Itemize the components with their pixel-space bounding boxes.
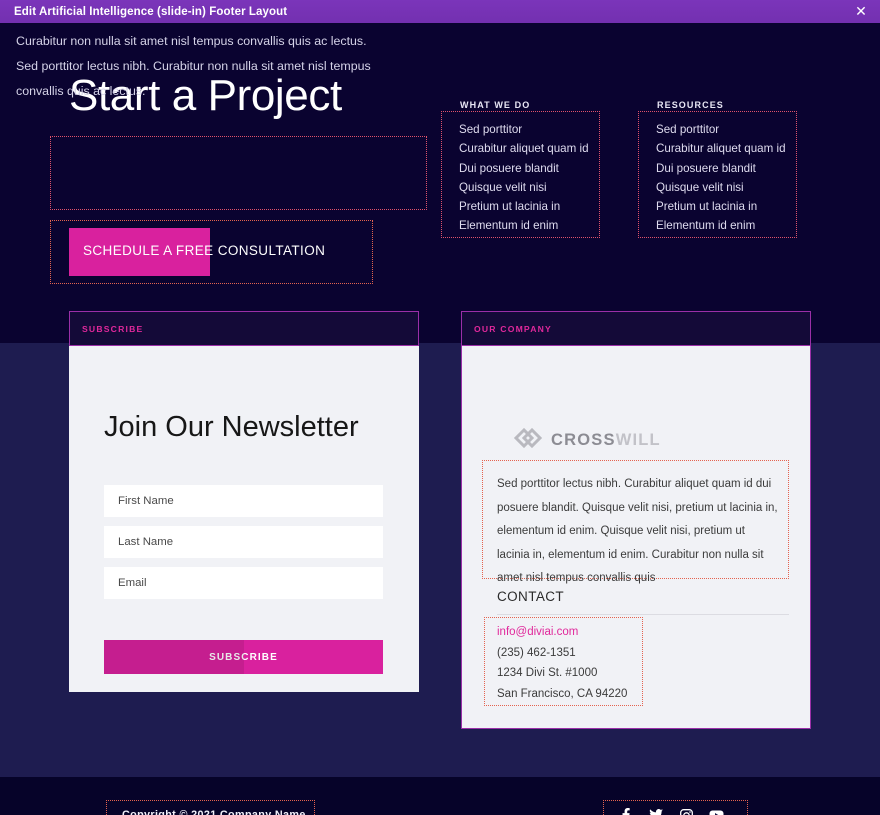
- window-titlebar: Edit Artificial Intelligence (slide-in) …: [0, 0, 880, 23]
- company-logo-text: CROSSWILL: [551, 431, 661, 450]
- hero-paragraph: Curabitur non nulla sit amet nisl tempus…: [16, 34, 371, 98]
- instagram-icon[interactable]: [678, 806, 694, 815]
- social-icons: [618, 806, 724, 815]
- link-item[interactable]: Elementum id enim: [441, 216, 600, 235]
- link-item[interactable]: Pretium ut lacinia in: [638, 197, 797, 216]
- company-section-label: OUR COMPANY: [474, 324, 552, 334]
- facebook-icon[interactable]: [618, 806, 634, 815]
- link-item[interactable]: Quisque velit nisi: [638, 178, 797, 197]
- link-item[interactable]: Quisque velit nisi: [441, 178, 600, 197]
- contact-divider: [497, 614, 789, 615]
- link-list-what-we-do: Sed porttitor Curabitur aliquet quam id …: [441, 120, 600, 236]
- contact-heading: CONTACT: [497, 589, 565, 604]
- link-list-resources: Sed porttitor Curabitur aliquet quam id …: [638, 120, 797, 236]
- last-name-input[interactable]: [104, 526, 383, 558]
- copyright-text: Copyright © 2021 Company Name: [122, 809, 306, 815]
- link-column-heading-what-we-do: WHAT WE DO: [460, 100, 531, 110]
- contact-address-line1: 1234 Divi St. #1000: [497, 667, 598, 679]
- link-column-heading-resources: RESOURCES: [657, 100, 724, 110]
- link-item[interactable]: Dui posuere blandit: [638, 159, 797, 178]
- close-icon[interactable]: ✕: [852, 5, 870, 19]
- company-paragraph: Sed porttitor lectus nibh. Curabitur ali…: [497, 478, 778, 584]
- subscribe-button[interactable]: SUBSCRIBE: [104, 640, 383, 674]
- contact-address-line2: San Francisco, CA 94220: [497, 687, 628, 700]
- logo-text-part-two: WILL: [615, 431, 661, 449]
- link-item[interactable]: Sed porttitor: [441, 120, 600, 139]
- subscribe-section-label: SUBSCRIBE: [82, 324, 144, 334]
- link-item[interactable]: Sed porttitor: [638, 120, 797, 139]
- link-item[interactable]: Dui posuere blandit: [441, 159, 600, 178]
- footer-layout-canvas: Start a Project Curabitur non nulla sit …: [0, 23, 880, 815]
- contact-phone: (235) 462-1351: [497, 646, 576, 659]
- twitter-icon[interactable]: [648, 806, 664, 815]
- schedule-consultation-label: SCHEDULE A FREE CONSULTATION: [83, 243, 326, 258]
- logo-text-part-one: CROSS: [551, 431, 616, 449]
- crosswill-diamond-logo-icon: [513, 427, 543, 454]
- link-item[interactable]: Pretium ut lacinia in: [441, 197, 600, 216]
- link-item[interactable]: Curabitur aliquet quam id: [638, 139, 797, 158]
- email-input[interactable]: [104, 567, 383, 599]
- builder-window: Edit Artificial Intelligence (slide-in) …: [0, 0, 880, 815]
- link-item[interactable]: Elementum id enim: [638, 216, 797, 235]
- first-name-input[interactable]: [104, 485, 383, 517]
- company-logo: CROSSWILL: [513, 427, 661, 454]
- youtube-icon[interactable]: [708, 806, 724, 815]
- contact-list: info@diviai.com (235) 462-1351 1234 Divi…: [497, 622, 697, 704]
- link-item[interactable]: Curabitur aliquet quam id: [441, 139, 600, 158]
- contact-email[interactable]: info@diviai.com: [497, 622, 697, 643]
- newsletter-title: Join Our Newsletter: [104, 411, 359, 443]
- window-title: Edit Artificial Intelligence (slide-in) …: [14, 5, 288, 18]
- hero-paragraph-outline: [50, 136, 427, 210]
